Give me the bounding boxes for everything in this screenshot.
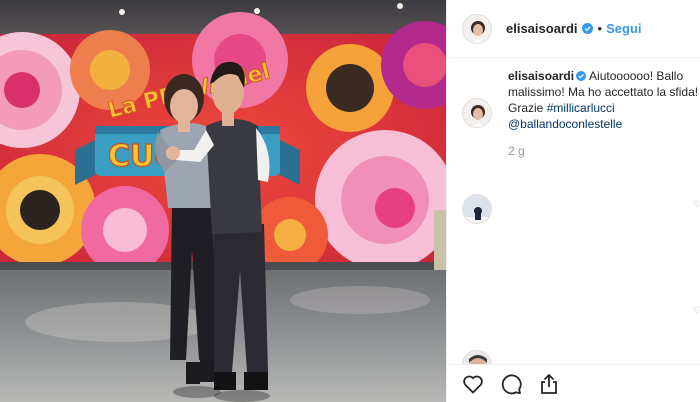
comment-like-icon[interactable]: ♡ — [693, 200, 700, 209]
author-avatar[interactable] — [462, 13, 492, 44]
post-header: elisaisoardi • Segui — [447, 0, 700, 58]
caption-verified-badge-icon — [576, 71, 587, 81]
heart-icon[interactable] — [461, 372, 485, 396]
caption-timestamp[interactable]: 2 g — [508, 144, 525, 158]
caption-text: elisaisoardi Aiutoooooo! Ballo malissimo!… — [508, 68, 700, 132]
caption-username[interactable]: elisaisoardi — [508, 69, 574, 83]
share-icon[interactable] — [537, 372, 561, 396]
commenter-avatar[interactable] — [462, 350, 492, 364]
header-separator: • — [597, 21, 603, 36]
post-photo[interactable]: La PROVA del CUOCO — [0, 0, 446, 402]
commenter-avatar[interactable] — [462, 194, 492, 224]
caption-avatar[interactable] — [462, 98, 492, 128]
post-sidebar: elisaisoardi • Segui elisaisoardi Aiutoo… — [446, 0, 700, 402]
post-actions — [447, 364, 700, 402]
caption-hashtag-link[interactable]: #millicarlucci — [547, 101, 615, 115]
verified-badge-icon — [581, 23, 593, 34]
comments-list[interactable]: elisaisoardi Aiutoooooo! Ballo malissimo!… — [447, 58, 700, 364]
instagram-post-embed: La PROVA del CUOCO — [0, 0, 700, 402]
caption-mention-link[interactable]: @ballandoconlestelle — [508, 117, 622, 131]
follow-button[interactable]: Segui — [606, 21, 641, 36]
author-username[interactable]: elisaisoardi — [506, 21, 578, 36]
comment-bubble-icon[interactable] — [499, 372, 523, 396]
comment-like-icon[interactable]: ♡ — [693, 306, 700, 315]
photo-scene: La PROVA del CUOCO — [0, 0, 446, 402]
